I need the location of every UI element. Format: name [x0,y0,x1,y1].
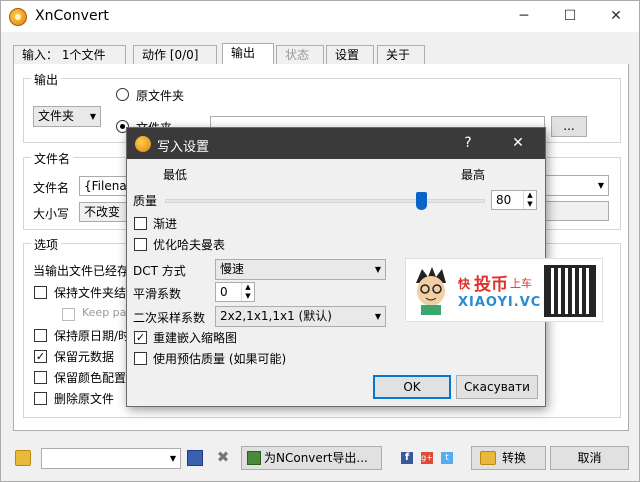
radio-source-folder[interactable] [116,88,129,101]
quality-high-label: 最高 [461,168,486,182]
watermark-banner: 快 投币 上车 XIAOYI.VC [405,258,603,322]
preset-select[interactable]: ▼ [41,448,181,469]
twitter-icon[interactable]: t [441,452,453,464]
tab-actions[interactable]: 动作 [0/0] [133,45,217,65]
options-group-label: 选项 [31,236,62,253]
case-label: 大小写 [33,207,70,221]
export-nconvert-label: 为NConvert导出... [264,451,368,465]
estimate-quality-checkbox[interactable] [134,352,147,365]
quality-slider-track[interactable] [165,199,485,203]
rebuild-thumbnail-label: 重建嵌入缩略图 [153,331,238,345]
tab-about[interactable]: 关于 [377,45,425,65]
tab-settings[interactable]: 设置 [326,45,374,65]
subsampling-value: 2x2,1x1,1x1 (默认) [220,309,332,323]
quality-label: 质量 [133,194,158,208]
cartoon-avatar-icon [416,267,446,315]
export-icon [247,451,261,465]
title-bar: XnConvert ─ ☐ ✕ [1,1,639,32]
output-type-select[interactable]: 文件夹 ▼ [33,106,101,127]
radio-source-folder-label: 原文件夹 [136,89,185,103]
banner-fast-text: 快 [458,277,471,291]
cancel-button[interactable]: 取消 [550,446,629,470]
dct-label: DCT 方式 [133,264,186,278]
optimize-huffman-checkbox[interactable] [134,238,147,251]
keep-date-label: 保持原日期/时 [54,329,131,343]
dialog-help-button[interactable]: ? [445,128,491,159]
progressive-label: 渐进 [153,217,178,231]
browse-button[interactable]: ... [551,116,587,137]
minimize-button[interactable]: ─ [501,1,547,32]
tab-status[interactable]: 状态 [276,45,324,65]
optimize-huffman-label: 优化哈夫曼表 [153,238,226,252]
smoothing-label: 平滑系数 [133,287,182,301]
export-nconvert-button[interactable]: 为NConvert导出... [241,446,382,470]
tab-output[interactable]: 输出 [222,43,274,66]
chevron-down-icon: ▼ [374,265,381,274]
close-button[interactable]: ✕ [593,1,639,32]
output-type-value: 文件夹 [38,109,75,123]
delete-icon[interactable]: ✖ [215,450,231,466]
delete-original-label: 删除原文件 [54,392,115,406]
spin-arrows-icon[interactable]: ▲ ▼ [523,191,536,209]
rebuild-thumbnail-checkbox[interactable]: ✓ [134,331,147,344]
banner-site-text: XIAOYI.VC [458,295,542,310]
convert-label: 转换 [502,451,527,465]
filename-group-label: 文件名 [31,150,74,167]
dialog-cancel-button[interactable]: Скасувати [456,375,538,399]
keep-color-label: 保留颜色配置 [54,371,127,385]
dialog-title: 写入设置 [157,140,210,155]
google-plus-icon[interactable]: g+ [421,452,433,464]
dct-value: 慢速 [220,262,245,276]
dialog-close-button[interactable]: ✕ [495,128,541,159]
smoothing-spinbox[interactable]: 0 ▲ ▼ [215,282,255,302]
if-exists-label: 当输出文件已经存 [33,264,130,278]
tab-bar: 输入： 1个文件 动作 [0/0] 输出 状态 设置 关于 [13,43,629,66]
convert-button[interactable]: 转换 [471,446,546,470]
xnconvert-logo-icon [9,8,27,26]
filename-template-select[interactable]: ▼ [544,175,609,196]
dct-select[interactable]: 慢速 ▼ [215,259,386,280]
banner-car-text: 上车 [510,277,532,290]
subsampling-label: 二次采样系数 [133,311,206,325]
keep-date-checkbox[interactable] [34,329,47,342]
quality-value: 80 [496,193,512,207]
keep-parent-checkbox[interactable] [62,308,75,321]
qr-code-icon [544,265,596,317]
dialog-app-icon [135,136,151,152]
open-folder-icon[interactable] [15,450,31,466]
chevron-down-icon: ▼ [597,181,604,190]
save-icon[interactable] [187,450,203,466]
chevron-down-icon: ▼ [89,112,96,121]
keep-structure-label: 保持文件夹结 [54,286,127,300]
estimate-quality-label: 使用预估质量 (如果可能) [153,352,287,366]
progressive-checkbox[interactable] [134,217,147,230]
tab-input[interactable]: 输入： 1个文件 [13,45,126,65]
output-group-label: 输出 [31,71,62,88]
delete-original-checkbox[interactable] [34,392,47,405]
smoothing-value: 0 [220,285,228,299]
window-title: XnConvert [35,8,109,24]
dialog-title-bar: 写入设置 ? ✕ [127,128,545,159]
spin-arrows-icon[interactable]: ▲ ▼ [241,283,254,301]
quality-slider-thumb[interactable] [416,192,427,210]
filename-label: 文件名 [33,181,70,195]
chevron-down-icon: ▼ [374,312,381,321]
case-extra-field[interactable] [544,201,609,221]
chevron-down-icon: ▼ [169,454,176,463]
ok-button[interactable]: OK [373,375,451,399]
keep-metadata-label: 保留元数据 [54,350,115,364]
quality-spinbox[interactable]: 80 ▲ ▼ [491,190,537,210]
convert-icon [480,451,496,465]
maximize-button[interactable]: ☐ [547,1,593,32]
keep-structure-checkbox[interactable] [34,286,47,299]
quality-low-label: 最低 [163,168,188,182]
keep-parent-label: Keep pa [82,306,127,319]
facebook-icon[interactable]: f [401,452,413,464]
banner-main-text: 投币 [474,275,508,295]
subsampling-select[interactable]: 2x2,1x1,1x1 (默认) ▼ [215,306,386,327]
keep-color-checkbox[interactable] [34,371,47,384]
keep-metadata-checkbox[interactable]: ✓ [34,350,47,363]
